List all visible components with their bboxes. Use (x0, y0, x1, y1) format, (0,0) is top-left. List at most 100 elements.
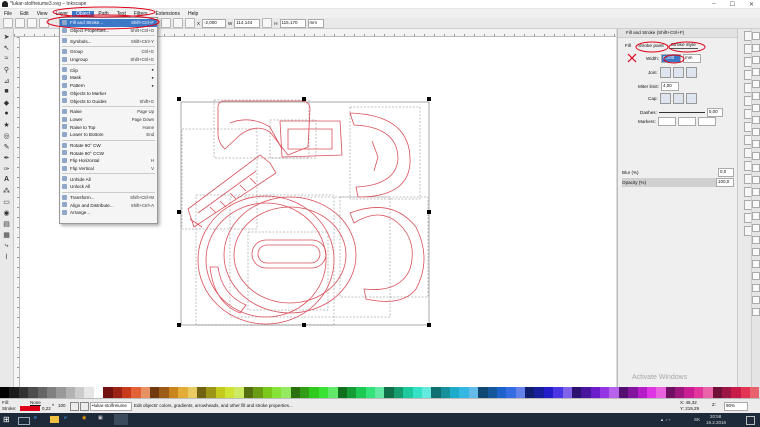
opacity-value[interactable]: 100 (58, 403, 66, 408)
palette-swatch[interactable] (393, 387, 404, 398)
import-icon[interactable] (752, 80, 760, 88)
palette-swatch[interactable] (9, 387, 19, 398)
palette-swatch[interactable] (131, 387, 141, 398)
palette-swatch[interactable] (628, 387, 638, 398)
layer-select[interactable]: •lukar-stolfreiume (90, 402, 132, 411)
palette-swatch[interactable] (440, 387, 450, 398)
ie-icon[interactable]: ℯ (64, 415, 67, 421)
zoom-input[interactable]: 90% (724, 402, 748, 411)
palette-swatch[interactable] (581, 387, 591, 398)
palette-swatch[interactable] (196, 387, 207, 398)
palette-swatch[interactable] (534, 387, 544, 398)
color-palette[interactable] (0, 387, 760, 398)
zoom-selection-icon[interactable] (752, 164, 760, 172)
palette-swatch[interactable] (178, 387, 188, 398)
zoom-tool-icon[interactable]: ⚲ (2, 65, 11, 74)
palette-swatch[interactable] (637, 387, 647, 398)
palette-swatch[interactable] (506, 387, 516, 398)
explorer-icon[interactable] (50, 416, 59, 423)
rect-tool-icon[interactable]: ■ (2, 87, 11, 96)
group-icon[interactable] (752, 224, 760, 232)
palette-swatch[interactable] (468, 387, 479, 398)
palette-swatch[interactable] (318, 387, 329, 398)
palette-swatch[interactable] (356, 387, 366, 398)
palette-swatch[interactable] (656, 387, 666, 398)
open-icon[interactable] (752, 44, 760, 52)
palette-swatch[interactable] (84, 387, 94, 398)
palette-swatch[interactable] (721, 387, 732, 398)
palette-swatch[interactable] (328, 387, 338, 398)
palette-swatch[interactable] (459, 387, 469, 398)
duplicate-icon[interactable] (752, 200, 760, 208)
palette-swatch[interactable] (140, 387, 150, 398)
dropper-tool-icon[interactable]: ⤷ (2, 241, 11, 250)
object-menu-item[interactable]: Group Ctrl+G (60, 48, 157, 56)
palette-swatch[interactable] (103, 387, 113, 398)
palette-swatch[interactable] (384, 387, 394, 398)
palette-swatch[interactable] (609, 387, 619, 398)
connector-tool-icon[interactable]: ⌇ (2, 252, 11, 261)
palette-swatch[interactable] (187, 387, 197, 398)
fill-value[interactable]: None (30, 400, 41, 405)
lock-icon[interactable] (262, 18, 273, 28)
box3d-tool-icon[interactable]: ◆ (2, 98, 11, 107)
palette-swatch[interactable] (478, 387, 488, 398)
measure-tool-icon[interactable]: ⊿ (2, 76, 11, 85)
preferences-icon[interactable] (752, 296, 760, 304)
palette-swatch[interactable] (281, 387, 291, 398)
star-tool-icon[interactable]: ★ (2, 120, 11, 129)
object-menu-item[interactable]: Lower Page Down (60, 116, 157, 124)
palette-swatch[interactable] (309, 387, 319, 398)
new-doc-icon[interactable] (752, 32, 760, 40)
input-language[interactable]: SK (694, 417, 700, 422)
palette-swatch[interactable] (56, 387, 66, 398)
palette-swatch[interactable] (431, 387, 441, 398)
palette-swatch[interactable] (65, 387, 75, 398)
task-view-icon[interactable] (18, 417, 30, 425)
redo-icon[interactable] (752, 116, 760, 124)
palette-swatch[interactable] (450, 387, 460, 398)
object-menu-item[interactable]: Rotate 90° CW (60, 142, 157, 150)
palette-swatch[interactable] (590, 387, 600, 398)
object-menu-item[interactable]: Ungroup Shift+Ctrl+G (60, 56, 157, 64)
object-menu-item[interactable]: Arrange... (60, 209, 157, 217)
palette-swatch[interactable] (553, 387, 563, 398)
palette-swatch[interactable] (290, 387, 300, 398)
windows-start-icon[interactable]: ⊞ (3, 415, 10, 424)
palette-swatch[interactable] (365, 387, 375, 398)
palette-swatch[interactable] (225, 387, 235, 398)
palette-swatch[interactable] (234, 387, 244, 398)
palette-swatch[interactable] (337, 387, 347, 398)
palette-swatch[interactable] (665, 387, 675, 398)
palette-swatch[interactable] (712, 387, 722, 398)
palette-swatch[interactable] (46, 387, 57, 398)
mesh-tool-icon[interactable]: ▦ (2, 230, 11, 239)
palette-swatch[interactable] (412, 387, 422, 398)
palette-swatch[interactable] (487, 387, 497, 398)
palette-swatch[interactable] (253, 387, 263, 398)
object-menu-item[interactable]: Objects to Guides Shift+G (60, 97, 157, 105)
cut-icon[interactable] (752, 140, 760, 148)
gradient-tool-icon[interactable]: ▤ (2, 219, 11, 228)
height-field[interactable]: 115,170 (279, 18, 306, 28)
palette-swatch[interactable] (496, 387, 507, 398)
chrome-icon[interactable]: ◉ (82, 415, 86, 421)
stroke-swatch[interactable] (20, 406, 40, 411)
opacity-input[interactable]: 100,0 (716, 178, 734, 187)
palette-swatch[interactable] (18, 387, 29, 398)
align-icon[interactable] (752, 284, 760, 292)
palette-swatch[interactable] (515, 387, 525, 398)
palette-swatch[interactable] (346, 387, 357, 398)
edge-icon[interactable]: e (34, 415, 37, 421)
inkscape-task-icon[interactable] (114, 414, 128, 425)
object-menu-item[interactable]: Clip ▸ (60, 66, 157, 74)
export-icon[interactable] (752, 92, 760, 100)
palette-swatch[interactable] (403, 387, 413, 398)
palette-swatch[interactable] (675, 387, 685, 398)
palette-swatch[interactable] (262, 387, 272, 398)
object-menu-item[interactable]: Raise Page Up (60, 108, 157, 116)
palette-swatch[interactable] (168, 387, 179, 398)
clone-icon[interactable] (752, 212, 760, 220)
bucket-tool-icon[interactable]: ◉ (2, 208, 11, 217)
object-menu-item[interactable]: Pattern ▸ (60, 82, 157, 90)
